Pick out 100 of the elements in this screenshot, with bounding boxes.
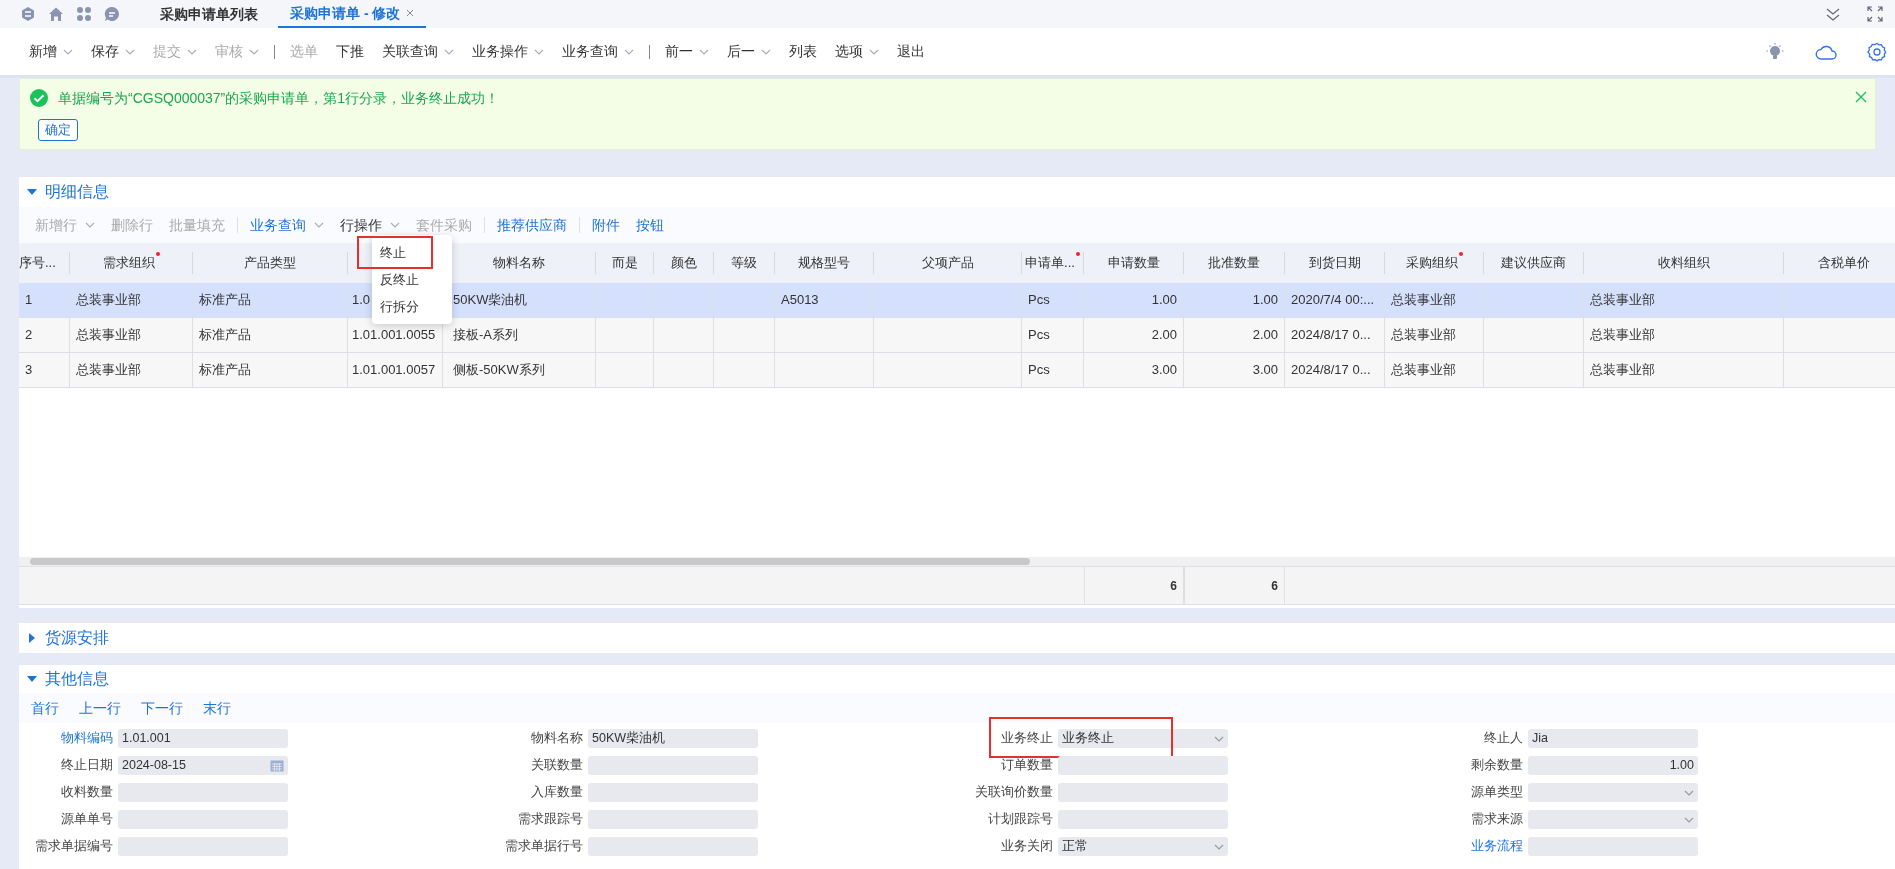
column-header[interactable]: 需求组织 [102, 253, 155, 273]
table-cell-text: 总装事业部 [76, 361, 141, 380]
input-field[interactable]: 1.00 [1528, 756, 1698, 775]
column-header[interactable]: 颜色 [670, 253, 697, 273]
caret-icon[interactable] [27, 674, 37, 684]
column-header[interactable]: 规格型号 [798, 253, 850, 273]
confirm-button[interactable]: 确定 [38, 119, 78, 141]
table-cell-text: 1.00 [1151, 291, 1177, 310]
input-field[interactable] [118, 837, 288, 856]
fullscreen-icon[interactable] [1867, 6, 1883, 22]
collapse-icon[interactable] [1825, 6, 1841, 22]
dropdown-field[interactable]: 业务终止 [1058, 729, 1228, 748]
chat-icon[interactable] [104, 6, 120, 22]
close-icon[interactable] [1855, 91, 1867, 103]
dropdown-field[interactable]: 正常 [1058, 837, 1228, 856]
toolbar-button[interactable]: 保存 [82, 36, 144, 67]
toolbar-button[interactable]: 列表 [780, 36, 826, 67]
input-field[interactable] [588, 837, 758, 856]
nav-link[interactable]: 首行 [31, 697, 59, 719]
column-header[interactable]: 申请单... [1025, 253, 1075, 273]
input-field[interactable] [588, 756, 758, 775]
toolbar-button[interactable]: 新增 [20, 36, 82, 67]
table-cell-text: Pcs [1028, 361, 1050, 380]
home-icon[interactable] [48, 6, 64, 22]
table-cell-text: 1.0 [352, 291, 371, 310]
tab[interactable]: 采购申请单列表 [148, 0, 270, 28]
close-icon[interactable] [406, 9, 415, 17]
column-header[interactable]: 等级 [731, 253, 757, 273]
column-header[interactable]: 父项产品 [921, 253, 974, 273]
column-header[interactable]: 到货日期 [1308, 253, 1361, 273]
field-label: 计划跟踪号 [987, 811, 1053, 829]
toolbar-link[interactable]: 推荐供应商 [489, 212, 575, 238]
toolbar-button[interactable]: 前一 [656, 36, 718, 67]
field-label: 需求单据行号 [504, 838, 583, 856]
menu-item[interactable]: 行拆分 [372, 293, 452, 320]
table-row[interactable]: 3 总装事业部 标准产品 1.01.001.0057 侧板-50KW系列 Pcs 3.00 3.00 2024/8/17 0... 总装事业部 总装事业部 [19, 353, 1895, 388]
input-field[interactable] [1058, 783, 1228, 802]
lightbulb-icon[interactable] [1765, 41, 1785, 62]
menu-item[interactable]: 终止 [372, 239, 452, 266]
toolbar-button[interactable]: 业务查询 [553, 36, 643, 67]
input-field[interactable]: 1.01.001 [118, 729, 288, 748]
column-header[interactable]: 批准数量 [1208, 253, 1260, 273]
toolbar-link[interactable]: 附件 [584, 212, 628, 238]
dropdown-field[interactable] [1528, 810, 1698, 829]
field-link[interactable]: 物料编码 [19, 729, 113, 748]
toolbar-button[interactable]: 关联查询 [373, 36, 463, 67]
field-label: 需求跟踪号 [517, 811, 583, 829]
input-field[interactable]: 50KW柴油机 [588, 729, 758, 748]
input-field[interactable] [1058, 810, 1228, 829]
toolbar-button[interactable]: 下推 [327, 36, 373, 67]
column-header[interactable]: 含税单价 [1817, 253, 1870, 273]
table-cell-text: 总装事业部 [1391, 291, 1456, 310]
column-header[interactable]: 而是 [611, 253, 638, 273]
input-field[interactable] [118, 810, 288, 829]
caret-icon[interactable] [27, 187, 37, 197]
table-row[interactable]: 2 总装事业部 标准产品 1.01.001.0055 接板-A系列 Pcs 2.00 2.00 2024/8/17 0... 总装事业部 总装事业部 [19, 318, 1895, 353]
table-cell-text: 2 [25, 326, 33, 345]
settings-icon[interactable] [1867, 41, 1887, 62]
column-header[interactable]: 收料组织 [1657, 253, 1710, 273]
nav-link[interactable]: 末行 [203, 697, 231, 719]
input-field[interactable]: Jia [1528, 729, 1698, 748]
table-cell-text: 2.00 [1151, 326, 1177, 345]
column-header[interactable]: 采购组织 [1405, 253, 1458, 273]
total-value: 6 [1170, 577, 1177, 595]
input-field[interactable] [588, 810, 758, 829]
column-header[interactable]: 建议供应商 [1501, 253, 1566, 273]
table-cell-text: 总装事业部 [1590, 361, 1655, 380]
date-field[interactable]: 2024-08-15 [118, 756, 288, 775]
chevron-down-icon [699, 48, 709, 55]
table-cell-text: 标准产品 [199, 291, 251, 310]
calendar-icon[interactable] [270, 759, 284, 772]
input-field[interactable] [1058, 756, 1228, 775]
logo-icon[interactable] [20, 6, 36, 22]
caret-icon[interactable] [27, 633, 37, 643]
nav-link[interactable]: 上一行 [79, 697, 121, 719]
field-label: 需求来源 [1470, 811, 1523, 829]
column-header[interactable]: 申请数量 [1107, 253, 1160, 273]
nav-link[interactable]: 下一行 [141, 697, 183, 719]
section-title: 其他信息 [45, 669, 109, 689]
toolbar-link[interactable]: 按钮 [628, 212, 672, 238]
toolbar-button[interactable]: 退出 [888, 36, 934, 67]
column-header[interactable]: 产品类型 [244, 253, 296, 273]
column-header[interactable]: 序号... [19, 253, 56, 273]
toolbar-button[interactable]: 后一 [718, 36, 780, 67]
toolbar-link[interactable]: 业务查询 [242, 212, 332, 238]
chevron-down-icon [1214, 735, 1224, 742]
input-field[interactable] [118, 783, 288, 802]
column-header[interactable]: 物料名称 [493, 253, 545, 273]
dropdown-field[interactable] [1528, 783, 1698, 802]
table-cell-text: 侧板-50KW系列 [453, 361, 545, 380]
input-field[interactable] [1528, 837, 1698, 856]
cloud-icon[interactable] [1815, 43, 1837, 60]
field-link[interactable]: 业务流程 [1429, 837, 1523, 856]
field-label: 剩余数量 [1470, 757, 1523, 775]
toolbar-button[interactable]: 业务操作 [463, 36, 553, 67]
table-cell-text: 标准产品 [199, 326, 251, 345]
apps-icon[interactable] [76, 6, 92, 22]
toolbar-button[interactable]: 选项 [826, 36, 888, 67]
horizontal-scrollbar[interactable] [19, 557, 1895, 566]
input-field[interactable] [588, 783, 758, 802]
